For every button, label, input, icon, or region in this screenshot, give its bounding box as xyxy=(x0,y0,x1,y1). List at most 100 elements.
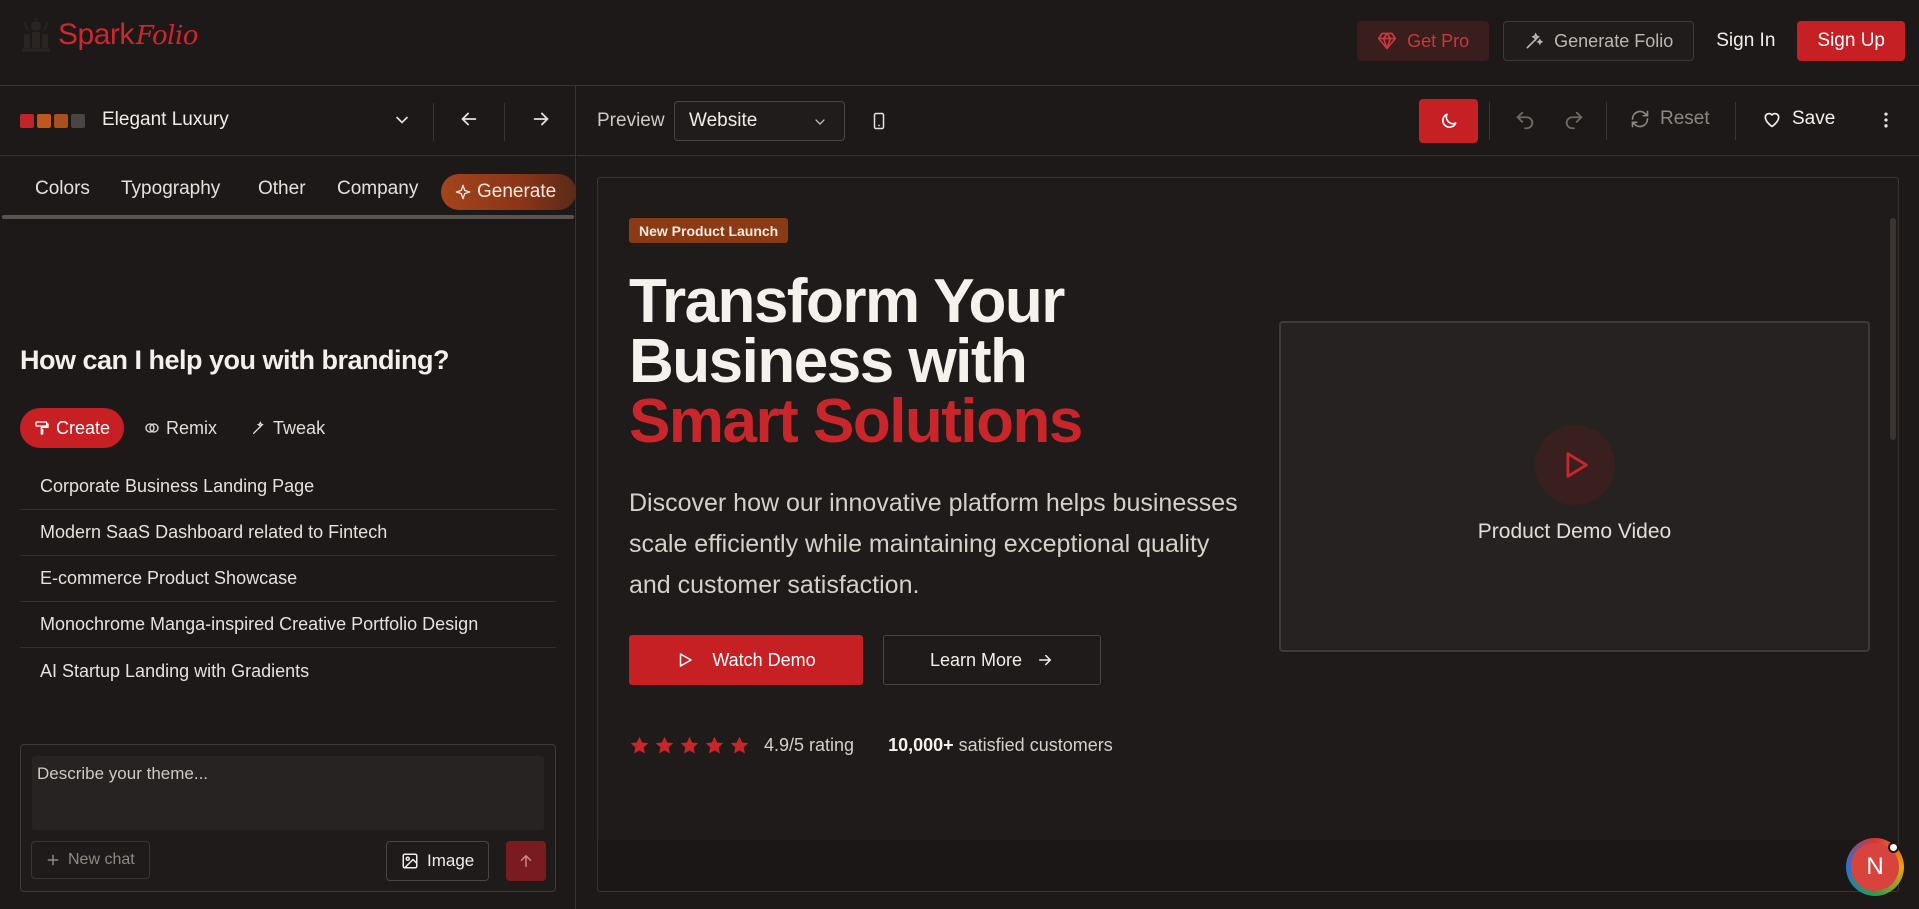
rating-text: 4.9/5 rating xyxy=(764,735,855,755)
get-pro-label: Get Pro xyxy=(1407,30,1470,51)
dark-mode-toggle[interactable] xyxy=(1419,99,1478,143)
logo-folio: Folio xyxy=(135,21,199,51)
suggestion-item[interactable]: AI Startup Landing with Gradients xyxy=(20,648,556,694)
preview-mode-value: Website xyxy=(689,110,758,131)
mode-remix-label: Remix xyxy=(166,417,218,438)
customers-text: 10,000+ satisfied customers xyxy=(888,735,1113,756)
hero-title-line-1: Transform Your xyxy=(629,267,1065,336)
assistant-modes: Create Remix Tweak xyxy=(20,408,339,448)
left-panel: Elegant Luxury Colors Typography Other C… xyxy=(0,86,576,909)
refresh-icon xyxy=(1630,109,1650,129)
arrow-left-icon[interactable] xyxy=(458,108,480,130)
star-icon xyxy=(629,735,650,756)
chat-composer: New chat Image xyxy=(20,744,556,892)
tab-typography[interactable]: Typography xyxy=(121,178,220,200)
mobile-device-icon[interactable] xyxy=(870,110,888,132)
save-button[interactable]: Save xyxy=(1762,108,1835,130)
swatch-2 xyxy=(37,114,51,128)
theme-selector-row: Elegant Luxury xyxy=(0,86,576,156)
learn-more-label: Learn More xyxy=(929,649,1023,670)
suggestion-item[interactable]: E-commerce Product Showcase xyxy=(20,556,556,602)
undo-icon[interactable] xyxy=(1514,109,1536,131)
hero-title: Transform Your Business with Smart Solut… xyxy=(629,267,1083,453)
theme-name[interactable]: Elegant Luxury xyxy=(102,109,229,131)
heart-icon xyxy=(1762,109,1782,129)
suggestion-item[interactable]: Corporate Business Landing Page xyxy=(20,464,556,510)
generate-folio-label: Generate Folio xyxy=(1554,30,1674,51)
arrow-right-icon[interactable] xyxy=(530,108,552,130)
logo[interactable]: SparkFolio xyxy=(20,18,198,52)
suggestion-item[interactable]: Monochrome Manga-inspired Creative Portf… xyxy=(20,602,556,648)
magic-wand-icon xyxy=(251,420,267,436)
theme-swatches xyxy=(20,114,85,128)
divider xyxy=(504,103,505,141)
swatch-1 xyxy=(20,114,34,128)
image-label: Image xyxy=(427,851,475,870)
star-icon xyxy=(679,735,700,756)
tabs-scrollbar[interactable] xyxy=(2,215,574,219)
new-chat-button[interactable]: New chat xyxy=(31,841,150,879)
send-button[interactable] xyxy=(506,841,546,881)
preview-label: Preview xyxy=(597,110,665,131)
suggestion-list: Corporate Business Landing Page Modern S… xyxy=(20,464,556,694)
preview-canvas: New Product Launch Transform Your Busine… xyxy=(597,177,1899,892)
star-icon xyxy=(729,735,750,756)
preview-mode-select[interactable]: Website xyxy=(674,101,845,141)
suggestion-item[interactable]: Modern SaaS Dashboard related to Fintech xyxy=(20,510,556,556)
generate-folio-button[interactable]: Generate Folio xyxy=(1503,21,1695,61)
get-pro-button[interactable]: Get Pro xyxy=(1357,21,1490,61)
tab-generate[interactable]: Generate xyxy=(441,174,576,210)
video-placeholder[interactable]: Product Demo Video xyxy=(1279,321,1870,652)
sign-up-button[interactable]: Sign Up xyxy=(1797,21,1905,61)
watch-demo-button[interactable]: Watch Demo xyxy=(629,635,863,685)
hero-title-line-2: Business with xyxy=(629,327,1028,396)
video-play-button[interactable] xyxy=(1535,425,1615,505)
divider xyxy=(1489,102,1490,140)
sign-in-button[interactable]: Sign In xyxy=(1708,21,1783,61)
theme-prompt-input[interactable] xyxy=(32,756,544,830)
star-icon xyxy=(654,735,675,756)
image-upload-button[interactable]: Image xyxy=(386,841,490,881)
logo-spark: Spark xyxy=(58,18,134,51)
customers-label: satisfied customers xyxy=(958,735,1113,755)
divider xyxy=(433,103,434,141)
learn-more-button[interactable]: Learn More xyxy=(883,635,1101,685)
top-bar: SparkFolio Get Pro Generate Folio Sign I… xyxy=(0,0,1919,86)
magic-wand-icon xyxy=(1524,31,1544,51)
chevron-down-icon xyxy=(812,114,828,130)
status-dot xyxy=(1888,842,1899,853)
more-vertical-icon[interactable] xyxy=(1876,110,1896,130)
new-chat-label: New chat xyxy=(68,851,135,868)
divider xyxy=(1735,102,1736,140)
chevron-down-icon[interactable] xyxy=(392,110,412,130)
image-icon xyxy=(401,852,419,870)
save-label: Save xyxy=(1792,108,1836,129)
video-label: Product Demo Video xyxy=(1477,520,1672,543)
redo-icon[interactable] xyxy=(1563,109,1585,131)
play-icon xyxy=(1558,448,1592,482)
diamond-icon xyxy=(1377,31,1397,51)
tab-other[interactable]: Other xyxy=(258,178,306,200)
next-section-strip xyxy=(598,840,1898,891)
sparkle-icon xyxy=(455,184,471,200)
mode-create-label: Create xyxy=(56,417,111,438)
moon-icon xyxy=(1439,111,1459,131)
assistant-title: How can I help you with branding? xyxy=(20,345,450,375)
scrollbar-thumb[interactable] xyxy=(2,215,574,219)
mode-remix-button[interactable]: Remix xyxy=(130,408,231,448)
preview-toolbar: Preview Website Reset Save xyxy=(577,86,1919,156)
rating-row: 4.9/5 rating 10,000+ satisfied customers xyxy=(629,735,1113,756)
logo-text: SparkFolio xyxy=(58,18,198,52)
tab-generate-label: Generate xyxy=(477,181,557,202)
remix-icon xyxy=(144,420,160,436)
avatar[interactable]: N xyxy=(1846,838,1904,896)
reset-button[interactable]: Reset xyxy=(1630,108,1710,130)
mode-tweak-button[interactable]: Tweak xyxy=(237,408,339,448)
swatch-4 xyxy=(71,114,85,128)
tab-colors[interactable]: Colors xyxy=(35,178,90,200)
paint-roller-icon xyxy=(34,420,50,436)
tab-company[interactable]: Company xyxy=(337,178,418,200)
play-icon xyxy=(676,651,694,669)
preview-scrollbar[interactable] xyxy=(1890,218,1896,440)
mode-create-button[interactable]: Create xyxy=(20,408,125,448)
